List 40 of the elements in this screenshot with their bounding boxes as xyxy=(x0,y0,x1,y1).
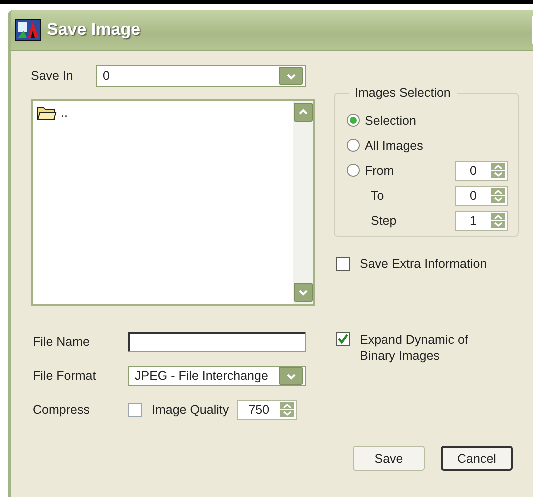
option-label: From xyxy=(365,164,394,178)
window-title: Save Image xyxy=(47,20,141,40)
number-spinner[interactable]: 0 xyxy=(455,186,508,206)
option-label: Selection xyxy=(365,114,416,128)
field-label: Compress xyxy=(33,403,91,417)
group-title: Images Selection xyxy=(349,86,457,100)
dialog-button[interactable]: Cancel xyxy=(441,446,513,471)
file-name-field[interactable] xyxy=(128,332,306,352)
field-label: File Name xyxy=(33,335,91,349)
number-spinner[interactable]: 750 xyxy=(237,400,298,420)
field-label: To xyxy=(370,188,384,202)
file-list-item[interactable]: .. xyxy=(37,105,289,121)
field-label: Step xyxy=(370,214,397,228)
format-dropdown[interactable]: JPEG - File Interchange xyxy=(128,366,306,386)
number-spinner[interactable]: 1 xyxy=(455,210,508,230)
checkbox[interactable] xyxy=(128,403,142,417)
number-spinner[interactable]: 0 xyxy=(455,160,508,180)
app-icon xyxy=(15,19,41,41)
spin-arrows-icon[interactable] xyxy=(491,188,506,204)
field-label: File Format xyxy=(33,369,98,383)
folder-dropdown[interactable]: 0 xyxy=(96,65,306,87)
folder-icon xyxy=(37,105,57,121)
checkbox[interactable] xyxy=(336,332,350,346)
radio-button[interactable] xyxy=(347,164,360,177)
checkbox[interactable] xyxy=(336,257,350,271)
scroll-up-icon[interactable] xyxy=(294,103,313,122)
scrollbar[interactable] xyxy=(293,101,313,304)
spin-arrows-icon[interactable] xyxy=(491,212,506,228)
checkbox-label: Expand Dynamic of Binary Images xyxy=(360,332,470,364)
scroll-down-icon[interactable] xyxy=(294,283,313,302)
radio-button[interactable] xyxy=(347,114,360,127)
field-label: Image Quality xyxy=(152,403,230,417)
radio-button[interactable] xyxy=(347,139,360,152)
option-label: All Images xyxy=(365,138,424,152)
field-label: Save In xyxy=(31,69,74,83)
file-list[interactable]: .. xyxy=(31,99,315,306)
checkbox-label: Save Extra Information xyxy=(360,257,488,271)
spin-arrows-icon[interactable] xyxy=(491,162,506,178)
spin-arrows-icon[interactable] xyxy=(280,402,296,418)
dialog-button[interactable]: Save xyxy=(353,446,425,471)
